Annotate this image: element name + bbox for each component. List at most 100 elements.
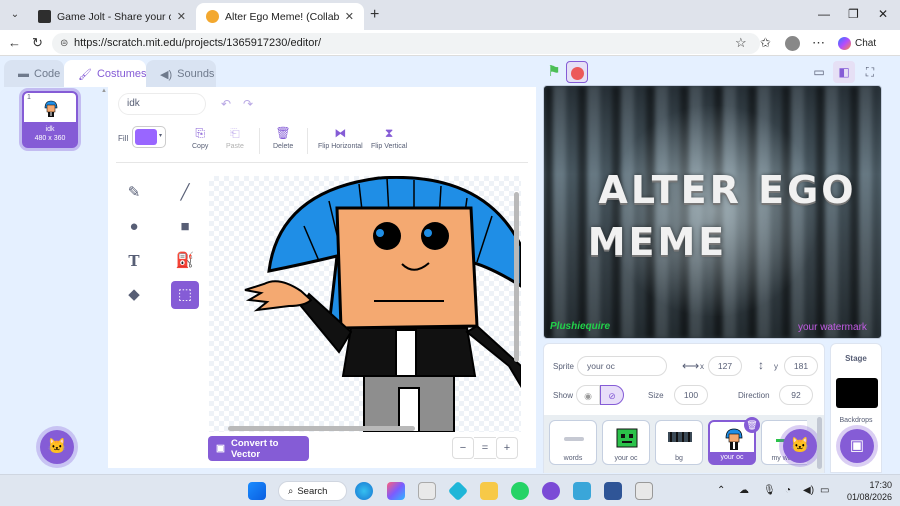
direction-input[interactable]: 92: [779, 385, 813, 405]
browser-tab-scratch[interactable]: Alter Ego Meme! (Collab) on Scrat ✕: [196, 3, 364, 30]
browser-tab-gamejolt[interactable]: Game Jolt - Share your creations ✕: [28, 3, 196, 30]
select-cursor-icon: ⬚: [177, 286, 193, 303]
sprite-list-scrollbar[interactable]: [817, 417, 822, 469]
weather-icon[interactable]: ☁: [739, 485, 749, 496]
zoom-reset-icon: =: [481, 442, 489, 454]
choose-costume-button[interactable]: 🐱: [40, 430, 74, 464]
close-tab-icon[interactable]: ✕: [177, 10, 186, 23]
y-input[interactable]: 181: [784, 356, 818, 376]
start-icon[interactable]: [248, 482, 266, 500]
choose-backdrop-button[interactable]: ▣: [840, 429, 874, 463]
zoom-out-button[interactable]: −: [452, 437, 474, 459]
delete-button[interactable]: 🗑 Delete: [273, 126, 293, 150]
canvas-horizontal-scrollbar[interactable]: [228, 426, 415, 431]
hide-sprite-toggle[interactable]: ⊘: [600, 385, 624, 405]
zoom-in-button[interactable]: +: [496, 437, 518, 459]
file-explorer-icon[interactable]: [480, 482, 498, 500]
fullscreen-icon[interactable]: ⛶: [859, 61, 881, 83]
restore-icon[interactable]: ❐: [848, 7, 859, 21]
sprite-name: words: [563, 455, 583, 462]
flip-horizontal-button[interactable]: ⧓ Flip Horizontal: [318, 126, 363, 150]
edge-browser-icon[interactable]: [355, 482, 373, 500]
back-icon[interactable]: ←: [8, 35, 21, 50]
costume-name-input[interactable]: idk: [118, 93, 206, 115]
paste-button[interactable]: ⎗ Paste: [226, 126, 244, 150]
copy-button[interactable]: ⎘ Copy: [192, 126, 208, 150]
delete-sprite-icon[interactable]: 🗑: [744, 417, 760, 433]
line-tool[interactable]: ╱: [171, 179, 199, 207]
choose-sprite-button[interactable]: 🐱: [783, 429, 817, 463]
line-icon: ╱: [180, 184, 190, 201]
size-input[interactable]: 100: [674, 385, 708, 405]
taskbar-search[interactable]: ⌕ Search: [278, 481, 347, 501]
character-drawing: [244, 176, 521, 432]
sprite-tile[interactable]: your oc: [602, 420, 650, 465]
volume-icon[interactable]: ◀): [803, 485, 814, 496]
text-tool[interactable]: T: [120, 247, 148, 275]
tab-costumes[interactable]: 🖌 Costumes: [64, 60, 147, 88]
costume-list-scrollbar[interactable]: ▲: [100, 87, 108, 473]
profile-avatar[interactable]: [785, 36, 800, 51]
copy-label: Copy: [192, 143, 209, 150]
paste-label: Paste: [226, 143, 244, 150]
fill-color-picker[interactable]: ▾: [132, 126, 166, 148]
paint-canvas[interactable]: [209, 176, 521, 432]
small-stage-icon[interactable]: ▭: [808, 61, 830, 83]
show-sprite-toggle[interactable]: ◉: [576, 385, 600, 405]
app-icon[interactable]: [542, 482, 560, 500]
fill-tool[interactable]: ⛽: [171, 247, 199, 275]
microphone-icon[interactable]: 🎙: [763, 485, 776, 496]
snipping-tool-icon[interactable]: [635, 482, 653, 500]
toolbar-underline: [116, 162, 528, 163]
select-tool[interactable]: ⬚: [171, 281, 199, 309]
new-tab-icon[interactable]: +: [370, 6, 379, 24]
sprite-tile[interactable]: words: [549, 420, 597, 465]
ellipse-tool[interactable]: ●: [120, 213, 148, 241]
tab-sounds[interactable]: ◀) Sounds: [146, 60, 216, 88]
sprite-name-input[interactable]: your oc: [577, 356, 667, 376]
clock-date: 01/08/2026: [846, 492, 892, 502]
brush-tool[interactable]: ✎: [120, 179, 148, 207]
notepad-icon[interactable]: [573, 482, 591, 500]
rectangle-tool[interactable]: ■: [171, 213, 199, 241]
convert-to-vector-button[interactable]: ▣ Convert to Vector: [208, 436, 309, 461]
site-info-icon[interactable]: ⊜: [60, 33, 68, 54]
close-window-icon[interactable]: ✕: [878, 7, 888, 21]
flip-vertical-button[interactable]: ⧗ Flip Vertical: [371, 126, 407, 150]
more-menu-icon[interactable]: ⋯: [812, 35, 825, 51]
fill-swatch: [135, 129, 157, 145]
scroll-up-arrow-icon[interactable]: ▲: [101, 88, 107, 94]
kodi-icon[interactable]: [447, 480, 469, 502]
eraser-tool[interactable]: ◆: [120, 281, 148, 309]
stop-button[interactable]: [566, 61, 588, 83]
favorites-icon[interactable]: ✩: [760, 35, 771, 51]
sprite-tile[interactable]: bg: [655, 420, 703, 465]
minimize-icon[interactable]: —: [818, 7, 830, 21]
green-flag-icon[interactable]: ⚑: [543, 61, 565, 83]
close-tab-icon[interactable]: ✕: [345, 10, 354, 23]
tab-code[interactable]: ▬ Code: [4, 60, 64, 88]
store-icon[interactable]: [418, 482, 436, 500]
costume-tile[interactable]: 1 idk 480 x 360: [22, 91, 78, 148]
x-input[interactable]: 127: [708, 356, 742, 376]
whatsapp-icon[interactable]: [511, 482, 529, 500]
zoom-reset-button[interactable]: =: [474, 437, 496, 459]
reload-icon[interactable]: ↻: [32, 35, 43, 51]
paint-bucket-icon: ⛽: [175, 252, 195, 269]
canvas-vertical-scrollbar[interactable]: [514, 192, 519, 362]
tab-list-dropdown-icon[interactable]: ⌄: [6, 6, 24, 24]
stage-canvas[interactable]: ALTER EGO MEME Plushiequire your waterma…: [543, 85, 882, 339]
system-clock[interactable]: 17:30 01/08/2026: [842, 479, 892, 503]
url-field[interactable]: ⊜ https://scratch.mit.edu/projects/13659…: [52, 33, 760, 54]
copilot-chat-button[interactable]: Chat: [838, 37, 876, 50]
copilot-app-icon[interactable]: [387, 482, 405, 500]
undo-icon[interactable]: ↶: [221, 97, 231, 111]
favorite-star-icon[interactable]: ☆: [735, 35, 747, 51]
battery-icon[interactable]: ▭: [820, 485, 829, 496]
photos-icon[interactable]: [604, 482, 622, 500]
redo-icon[interactable]: ↷: [243, 97, 253, 111]
costume-size: 480 x 360: [34, 135, 66, 142]
tray-chevron-up-icon[interactable]: ⌃: [717, 485, 725, 496]
normal-stage-icon[interactable]: ◧: [833, 61, 855, 83]
wifi-icon[interactable]: ◔: [785, 485, 791, 496]
